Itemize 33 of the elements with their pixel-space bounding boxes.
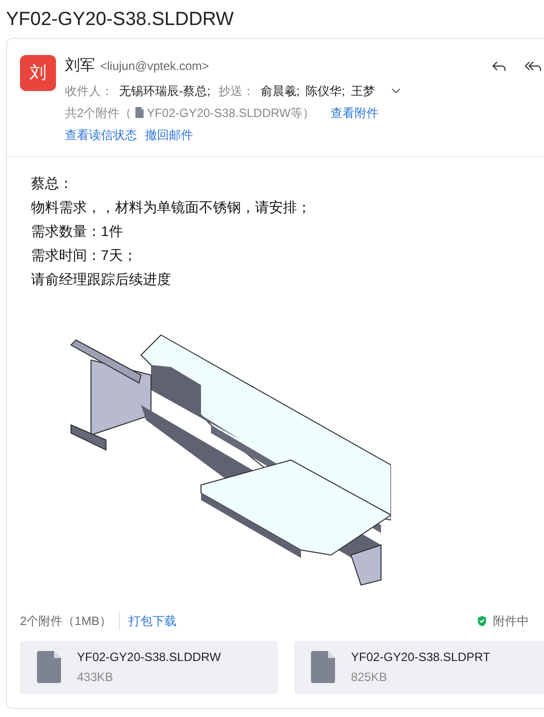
attachment-size: 433KB	[77, 669, 114, 686]
file-icon	[37, 651, 61, 683]
attachment-card[interactable]: YF02-GY20-S38.SLDDRW 433KB	[20, 640, 278, 694]
cc-label: 抄送：	[218, 82, 254, 100]
attachment-size: 825KB	[351, 669, 388, 686]
recipient-name: 俞晨羲;	[260, 82, 300, 100]
attachment-name: YF02-GY20-S38.SLDPRT	[351, 649, 490, 666]
body-line: 请俞经理跟踪后续进度	[31, 270, 172, 288]
security-notice: 附件中	[493, 612, 530, 630]
body-line: 需求数量：1件	[31, 222, 124, 240]
attachment-name: YF02-GY20-S38.SLDDRW	[77, 649, 221, 666]
recipient-name: 王梦	[351, 82, 376, 100]
attachment-card[interactable]: YF02-GY20-S38.SLDPRT 825KB	[294, 640, 544, 694]
file-icon	[311, 651, 335, 683]
sender-avatar: 刘	[20, 55, 56, 91]
file-icon	[134, 107, 144, 118]
download-all-link[interactable]: 打包下载	[128, 612, 176, 630]
sender-email: <liujun@vptek.com>	[100, 58, 209, 75]
body-line: 需求时间：7天；	[31, 246, 138, 264]
recipient-name: 无锡环瑞辰-蔡总;	[119, 82, 210, 100]
page-title: YF02-GY20-S38.SLDDRW	[5, 8, 235, 32]
body-line: 物料需求，，材料为单镜面不锈钢，请安排；	[31, 198, 312, 216]
body-line: 蔡总：	[31, 174, 74, 192]
attachment-file-name: YF02-GY20-S38.SLDDRW等）	[146, 104, 315, 122]
sender-name: 刘军	[65, 56, 95, 76]
to-label: 收件人：	[65, 82, 113, 100]
shield-icon	[475, 614, 489, 628]
action-link[interactable]: 查看读信状态	[65, 126, 137, 144]
attachment-count: 共2个附件（	[65, 104, 132, 122]
view-attachments-link[interactable]: 查看附件	[330, 104, 379, 122]
action-link[interactable]: 撤回邮件	[145, 126, 193, 144]
recipient-name: 陈仪华;	[306, 82, 346, 100]
attachment-total: 2个附件（1MB）	[20, 612, 120, 630]
